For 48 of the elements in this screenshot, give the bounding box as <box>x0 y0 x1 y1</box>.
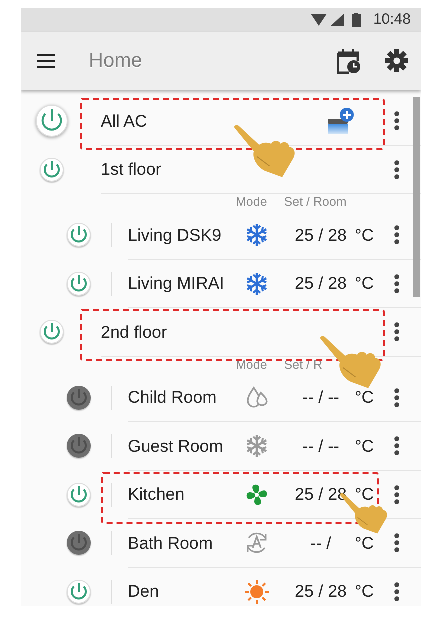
column-header: Mode <box>236 194 268 212</box>
calendar-clock-icon[interactable] <box>337 48 361 74</box>
more-options-icon[interactable] <box>394 484 400 505</box>
more-options-icon[interactable] <box>394 111 400 132</box>
group-name[interactable]: 2nd floor <box>101 320 168 345</box>
menu-icon[interactable] <box>37 54 55 68</box>
more-options-icon[interactable] <box>394 533 400 554</box>
add-unit-icon[interactable] <box>327 107 355 136</box>
temperature-unit: °C <box>355 581 376 603</box>
temperature-unit: °C <box>355 387 376 409</box>
temperature-setting: 25 / 28 <box>294 224 348 246</box>
unit-name[interactable]: Living DSK9 <box>128 222 243 248</box>
temperature-unit: °C <box>355 224 376 246</box>
group-name[interactable]: All AC <box>101 108 148 134</box>
more-options-icon[interactable] <box>394 388 400 408</box>
toolbar-title: Home <box>89 49 142 74</box>
unit-name[interactable]: Den <box>128 579 243 604</box>
power-button[interactable] <box>66 433 92 460</box>
temperature-unit: °C <box>355 484 376 506</box>
power-button[interactable] <box>66 384 92 411</box>
signal-icon <box>331 14 344 26</box>
temperature-setting: -- / -- <box>302 387 340 409</box>
unit-name[interactable]: Kitchen <box>128 482 243 508</box>
temperature-unit: °C <box>355 436 376 458</box>
more-options-icon[interactable] <box>394 322 400 342</box>
unit-name[interactable]: Child Room <box>128 385 243 410</box>
temperature-setting: -- / -- <box>302 436 340 458</box>
more-options-icon[interactable] <box>394 582 400 602</box>
unit-name[interactable]: Living MIRAI <box>128 271 243 296</box>
scrollbar[interactable] <box>413 97 420 297</box>
temperature-setting: 25 / 28 <box>294 273 348 295</box>
more-options-icon[interactable] <box>394 436 400 456</box>
group-name[interactable]: 1st floor <box>101 157 162 182</box>
temperature-unit: °C <box>355 273 376 295</box>
more-options-icon[interactable] <box>394 225 400 246</box>
unit-name[interactable]: Bath Room <box>128 530 243 556</box>
wifi-icon <box>311 14 328 26</box>
more-options-icon[interactable] <box>394 274 400 294</box>
column-header: Mode <box>236 356 268 374</box>
more-options-icon[interactable] <box>394 160 400 180</box>
temperature-unit: °C <box>355 532 376 554</box>
unit-name[interactable]: Guest Room <box>128 434 243 459</box>
column-header: Set / Room <box>284 194 347 212</box>
power-button[interactable] <box>66 530 92 556</box>
temperature-setting: -- / <box>310 532 332 554</box>
temperature-setting: 25 / 28 <box>294 581 348 603</box>
battery-icon <box>352 13 362 27</box>
status-time: 10:48 <box>373 10 411 30</box>
